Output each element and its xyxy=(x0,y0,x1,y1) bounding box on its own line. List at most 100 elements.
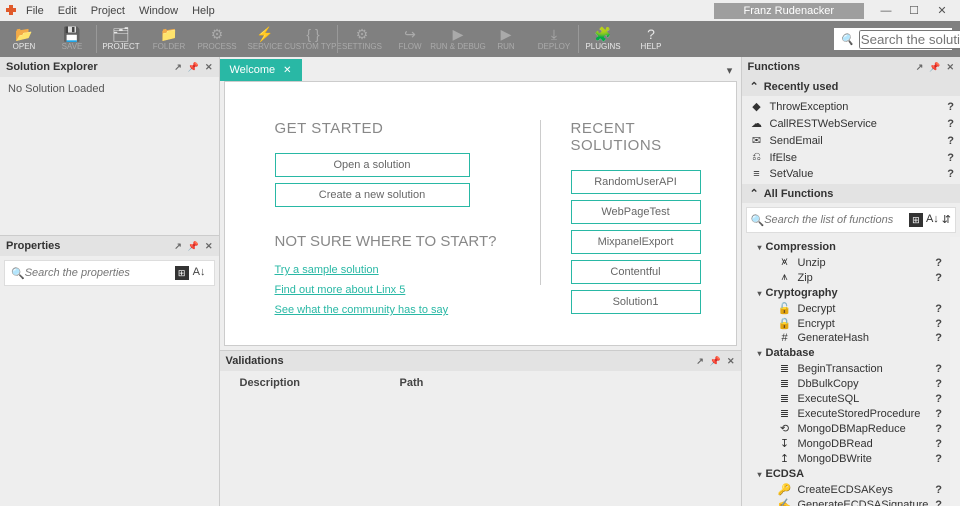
function-item[interactable]: 🔒Encrypt? xyxy=(746,316,947,331)
minimize-button[interactable]: — xyxy=(872,1,900,20)
toolbar-plugins[interactable]: 🧩PLUGINS xyxy=(579,21,627,57)
function-item[interactable]: ✉SendEmail? xyxy=(742,132,960,149)
help-icon[interactable]: ? xyxy=(935,484,942,496)
menu-window[interactable]: Window xyxy=(139,5,178,17)
function-item[interactable]: ⎌IfElse? xyxy=(742,149,960,166)
panel-dock-icon[interactable]: ↗ xyxy=(696,356,704,367)
solution-explorer-title: Solution Explorer xyxy=(6,61,98,73)
help-icon[interactable]: ? xyxy=(935,393,942,405)
toolbar-icon: ▶ xyxy=(501,27,512,41)
panel-dock-icon[interactable]: ↗ xyxy=(174,241,182,252)
toolbar-project[interactable]: 🗂PROJECT xyxy=(97,21,145,57)
menu-project[interactable]: Project xyxy=(91,5,125,17)
search-solution-input[interactable] xyxy=(859,30,960,49)
create-solution-button[interactable]: Create a new solution xyxy=(275,183,470,207)
panel-close-icon[interactable]: ✕ xyxy=(727,356,735,367)
help-icon[interactable]: ? xyxy=(935,332,942,344)
function-category[interactable]: Database xyxy=(746,345,947,361)
help-icon[interactable]: ? xyxy=(935,453,942,465)
function-item[interactable]: ⩚Zip? xyxy=(746,270,947,285)
function-icon: ≣ xyxy=(778,392,792,405)
help-icon[interactable]: ? xyxy=(947,152,954,164)
sort-alpha-icon[interactable]: A↓ xyxy=(193,266,206,280)
tab-dropdown[interactable]: ▾ xyxy=(719,59,741,81)
function-item[interactable]: ≣ExecuteStoredProcedure? xyxy=(746,406,947,421)
help-icon[interactable]: ? xyxy=(935,423,942,435)
welcome-link[interactable]: Try a sample solution xyxy=(275,264,510,276)
function-item[interactable]: ≡SetValue? xyxy=(742,166,960,182)
menu-file[interactable]: File xyxy=(26,5,44,17)
help-icon[interactable]: ? xyxy=(947,118,954,130)
panel-dock-icon[interactable]: ↗ xyxy=(174,62,182,73)
all-functions-header[interactable]: ⌃ All Functions xyxy=(742,184,960,203)
function-item[interactable]: #GenerateHash? xyxy=(746,331,947,345)
panel-dock-icon[interactable]: ↗ xyxy=(916,62,924,73)
help-icon[interactable]: ? xyxy=(947,135,954,147)
function-category[interactable]: ECDSA xyxy=(746,466,947,482)
menu-help[interactable]: Help xyxy=(192,5,215,17)
help-icon[interactable]: ? xyxy=(935,272,942,284)
search-solution[interactable]: 🔍 xyxy=(834,28,952,50)
function-item[interactable]: ≣ExecuteSQL? xyxy=(746,391,947,406)
help-icon[interactable]: ? xyxy=(935,408,942,420)
panel-close-icon[interactable]: ✕ xyxy=(946,62,954,73)
panel-pin-icon[interactable]: 📌 xyxy=(710,356,721,367)
not-sure-heading: NOT SURE WHERE TO START? xyxy=(275,233,510,250)
view-expand-icon[interactable]: ⇵ xyxy=(942,213,951,227)
tab-welcome[interactable]: Welcome ✕ xyxy=(220,59,302,81)
function-item[interactable]: ⩙Unzip? xyxy=(746,255,947,270)
welcome-link[interactable]: See what the community has to say xyxy=(275,304,510,316)
function-category[interactable]: Cryptography xyxy=(746,285,947,301)
function-item[interactable]: ◆ThrowException? xyxy=(742,98,960,115)
close-icon[interactable]: ✕ xyxy=(283,65,291,76)
function-item[interactable]: 🔓Decrypt? xyxy=(746,301,947,316)
help-icon[interactable]: ? xyxy=(935,378,942,390)
functions-search-input[interactable] xyxy=(764,214,909,226)
function-item[interactable]: ≣DbBulkCopy? xyxy=(746,376,947,391)
function-item[interactable]: ≣BeginTransaction? xyxy=(746,361,947,376)
view-category-icon[interactable]: ⊞ xyxy=(909,213,923,227)
function-item[interactable]: 🔑CreateECDSAKeys? xyxy=(746,482,947,497)
recently-used-header[interactable]: ⌃ Recently used xyxy=(742,77,960,96)
help-icon[interactable]: ? xyxy=(935,257,942,269)
recent-solution-button[interactable]: Solution1 xyxy=(571,290,701,314)
menu-edit[interactable]: Edit xyxy=(58,5,77,17)
recent-solution-button[interactable]: RandomUserAPI xyxy=(571,170,701,194)
function-category[interactable]: Compression xyxy=(746,239,947,255)
function-item[interactable]: ✍GenerateECDSASignature? xyxy=(746,497,947,506)
scrollbar[interactable] xyxy=(950,237,960,506)
help-icon[interactable]: ? xyxy=(947,168,954,180)
toolbar-process: ⚙PROCESS xyxy=(193,21,241,57)
properties-search-input[interactable] xyxy=(25,267,175,279)
sort-category-icon[interactable]: ⊞ xyxy=(175,266,189,280)
recent-solution-button[interactable]: Contentful xyxy=(571,260,701,284)
function-item[interactable]: ↥MongoDBWrite? xyxy=(746,451,947,466)
panel-pin-icon[interactable]: 📌 xyxy=(188,241,199,252)
panel-pin-icon[interactable]: 📌 xyxy=(188,62,199,73)
panel-close-icon[interactable]: ✕ xyxy=(205,62,213,73)
help-icon[interactable]: ? xyxy=(935,363,942,375)
help-icon[interactable]: ? xyxy=(947,101,954,113)
view-sort-icon[interactable]: A↓ xyxy=(926,213,939,227)
maximize-button[interactable]: ☐ xyxy=(900,1,928,20)
all-functions-label: All Functions xyxy=(764,188,834,200)
close-button[interactable]: ✕ xyxy=(928,1,956,20)
panel-close-icon[interactable]: ✕ xyxy=(205,241,213,252)
user-name[interactable]: Franz Rudenacker xyxy=(714,3,865,19)
recent-solution-button[interactable]: MixpanelExport xyxy=(571,230,701,254)
toolbar-help[interactable]: ?HELP xyxy=(627,21,675,57)
function-item[interactable]: ⟲MongoDBMapReduce? xyxy=(746,421,947,436)
panel-pin-icon[interactable]: 📌 xyxy=(929,62,940,73)
function-item[interactable]: ☁CallRESTWebService? xyxy=(742,115,960,132)
toolbar-open[interactable]: 📂OPEN xyxy=(0,21,48,57)
recent-solution-button[interactable]: WebPageTest xyxy=(571,200,701,224)
help-icon[interactable]: ? xyxy=(935,438,942,450)
help-icon[interactable]: ? xyxy=(935,303,942,315)
toolbar-service: ⚡SERVICE xyxy=(241,21,289,57)
help-icon[interactable]: ? xyxy=(935,499,942,506)
function-name: CallRESTWebService xyxy=(770,118,942,130)
open-solution-button[interactable]: Open a solution xyxy=(275,153,470,177)
help-icon[interactable]: ? xyxy=(935,318,942,330)
welcome-link[interactable]: Find out more about Linx 5 xyxy=(275,284,510,296)
function-item[interactable]: ↧MongoDBRead? xyxy=(746,436,947,451)
